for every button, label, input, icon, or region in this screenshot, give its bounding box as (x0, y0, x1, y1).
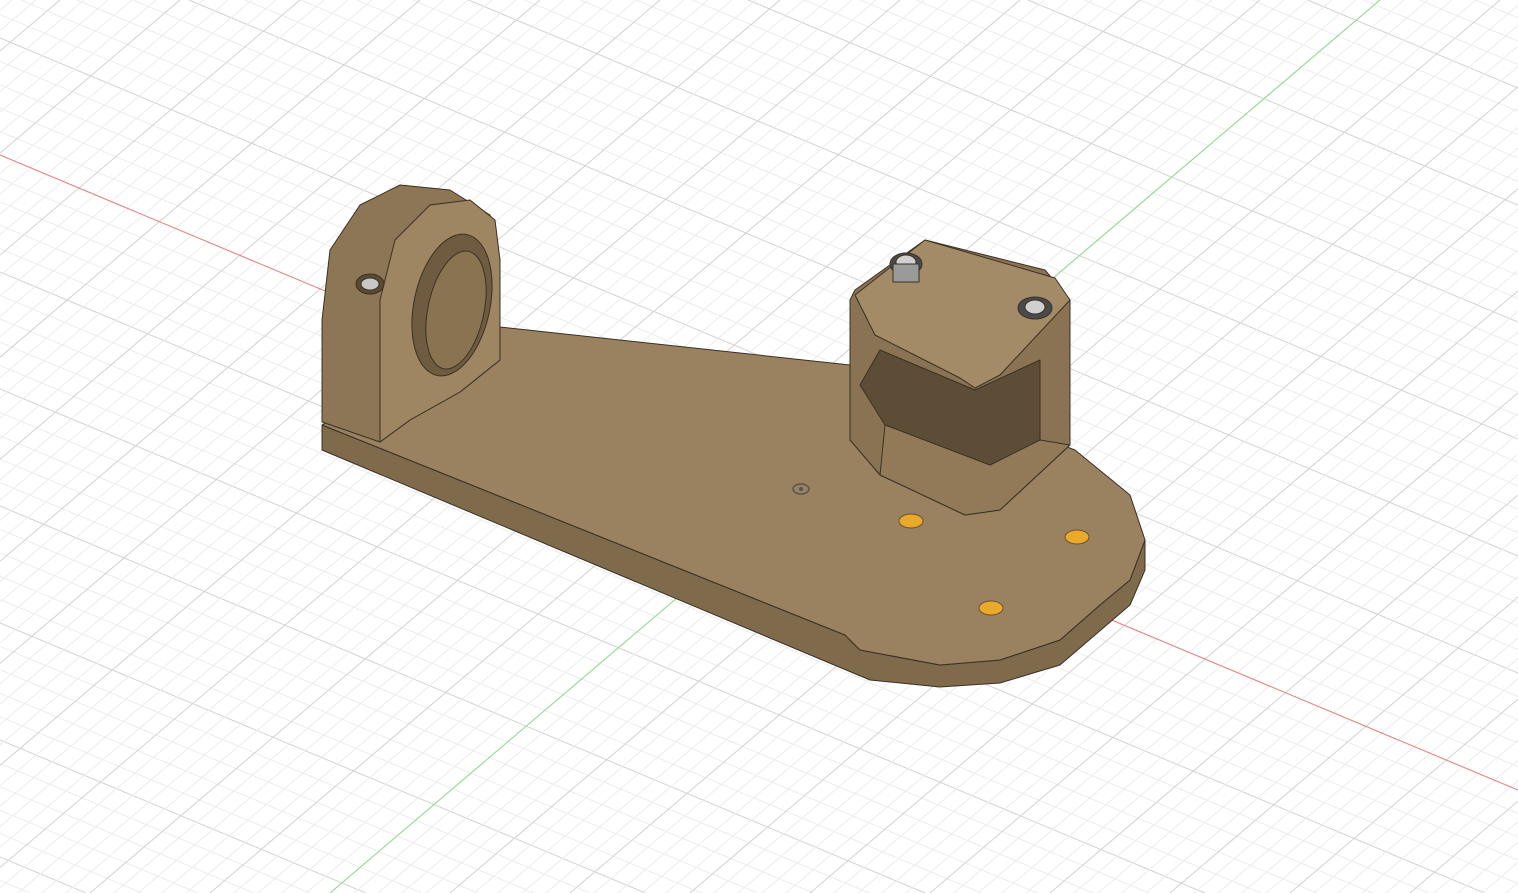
grid-line (0, 856, 87, 893)
grid-line (0, 809, 199, 893)
grid-line (0, 786, 255, 893)
mounting-hole[interactable] (898, 513, 924, 529)
grid-line (1097, 535, 1518, 893)
grid-line (0, 645, 590, 893)
grid-line (1409, 800, 1518, 893)
grid-line (1265, 678, 1518, 893)
grid-line (1457, 841, 1518, 893)
grid-line (1433, 821, 1518, 893)
grid-line (0, 0, 37, 31)
grid-line (0, 0, 85, 72)
grid-line (1217, 637, 1518, 893)
grid-line (1481, 862, 1518, 893)
grid-line (0, 599, 702, 893)
grid-line (748, 0, 1518, 323)
grid-line (636, 0, 1518, 370)
mounting-hole[interactable] (978, 600, 1004, 616)
screw-icon (1017, 296, 1053, 320)
grid-line (0, 0, 373, 317)
grid-line (0, 0, 61, 52)
grid-line (1121, 555, 1518, 893)
grid-line (0, 0, 253, 215)
grid-line (0, 833, 143, 893)
grid-line (0, 669, 534, 893)
grid-line (0, 622, 646, 893)
grid-line (915, 0, 1518, 253)
grid-line (0, 0, 133, 113)
mounting-hole[interactable] (1064, 529, 1090, 545)
grid-line (1193, 617, 1518, 893)
grid-line (1505, 882, 1518, 893)
grid-line (0, 0, 181, 154)
grid-line (0, 575, 758, 893)
grid-line (1289, 698, 1518, 893)
grid-line (1337, 739, 1518, 893)
grid-line (1083, 0, 1518, 183)
screw-icon (889, 252, 923, 283)
grid-line (1027, 0, 1518, 206)
screw-icon (355, 273, 385, 295)
grid-line (0, 716, 422, 893)
grid-line (859, 0, 1518, 276)
grid-line (0, 0, 157, 134)
grid-line (0, 0, 13, 11)
grid-line (0, 0, 325, 276)
grid-line (1145, 576, 1518, 893)
grid-line (0, 739, 366, 893)
3d-viewport[interactable] (0, 0, 1518, 893)
